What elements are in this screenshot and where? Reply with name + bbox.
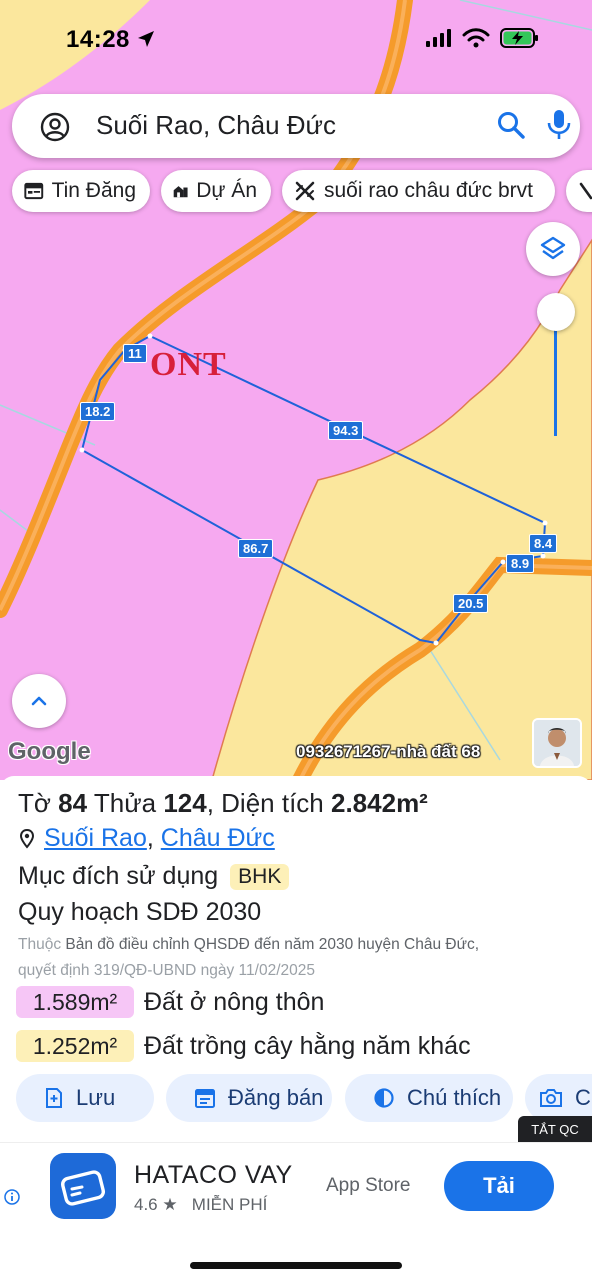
parcel-title: Tờ 84 Thửa 124, Diện tích 2.842m² <box>18 788 428 818</box>
land-row-bhk: 1.252m² Đất trồng cây hằng năm khác <box>16 1030 471 1062</box>
parcel-info-panel: Tờ 84 Thửa 124, Diện tích 2.842m² Suối R… <box>0 776 592 1146</box>
ward-link[interactable]: Suối Rao <box>44 824 147 853</box>
district-link[interactable]: Châu Đức <box>161 824 275 853</box>
chip-du-an[interactable]: Dự Án <box>161 170 271 212</box>
dimension-label: 20.5 <box>453 594 489 613</box>
app-price: MIỄN PHÍ <box>191 1195 268 1214</box>
expand-button[interactable] <box>12 674 66 728</box>
dimension-label: 18.2 <box>80 402 116 421</box>
dimension-label: 8.4 <box>529 534 558 553</box>
location-pin-icon <box>19 828 35 849</box>
sheet-number: 84 <box>58 788 88 818</box>
land-area-swatch: 1.589m² <box>16 986 134 1018</box>
status-bar: 14:28 <box>0 0 592 80</box>
person-photo-icon <box>534 720 580 766</box>
app-meta: 4.6 ★ MIỄN PHÍ <box>134 1195 267 1215</box>
google-logo: Google <box>8 738 91 765</box>
search-input[interactable]: Suối Rao, Châu Đức <box>96 110 336 141</box>
source-decision: quyết định 319/QĐ-UBND ngày 11/02/2025 <box>18 962 315 979</box>
dimension-label: 11 <box>123 344 147 363</box>
area-label: Diện tích <box>221 788 324 818</box>
camera-icon <box>540 1089 562 1107</box>
opacity-slider-handle[interactable] <box>537 293 575 331</box>
building-icon <box>173 186 188 198</box>
zone-label-ont: ONT <box>150 346 227 383</box>
action-buttons: Lưu Đăng bán Chú thích C <box>16 1074 592 1124</box>
filter-chips: Tin Đăng Dự Án suối rao châu đức brvt <box>12 170 592 214</box>
ad-info-icon[interactable] <box>4 1189 20 1205</box>
hatch-icon <box>295 181 315 201</box>
status-time: 14:28 <box>66 26 130 53</box>
source-prefix: Thuộc <box>18 936 62 953</box>
chip-label: Dự Án <box>196 179 257 202</box>
action-label: C <box>575 1085 591 1110</box>
hide-ads-button[interactable]: TẮT QC <box>518 1116 592 1142</box>
save-button[interactable]: Lưu <box>16 1074 154 1122</box>
dimension-label: 86.7 <box>238 539 274 558</box>
app-rating: 4.6 ★ <box>134 1195 178 1214</box>
map-view[interactable]: ONT 11 18.2 94.3 86.7 8.4 8.9 20.5 14:28 <box>0 0 592 780</box>
action-label: Đăng bán <box>228 1085 324 1110</box>
microphone-icon[interactable] <box>546 108 572 142</box>
layers-button[interactable] <box>526 222 580 276</box>
watermark-text: 0932671267-nhà đất 68 <box>296 742 481 761</box>
agent-avatar <box>532 718 582 768</box>
post-for-sale-button[interactable]: Đăng bán <box>166 1074 332 1122</box>
signal-icon <box>426 29 451 47</box>
parcel-location: Suối Rao, Châu Đức <box>18 824 275 853</box>
dimension-label: 94.3 <box>328 421 364 440</box>
action-label: Lưu <box>76 1085 116 1110</box>
land-type-label: Đất ở nông thôn <box>144 987 325 1016</box>
land-area-swatch: 1.252m² <box>16 1030 134 1062</box>
account-icon[interactable] <box>40 112 70 142</box>
screen: ONT 11 18.2 94.3 86.7 8.4 8.9 20.5 14:28 <box>0 0 592 1280</box>
listing-icon <box>24 182 44 200</box>
chip-suoi-rao[interactable]: suối rao châu đức brvt <box>282 170 555 212</box>
wifi-icon <box>462 28 490 48</box>
wallet-icon <box>60 1170 106 1206</box>
search-icon[interactable] <box>496 110 526 140</box>
opacity-slider-track[interactable] <box>554 330 557 436</box>
purpose-badge: BHK <box>230 863 290 890</box>
plan-source: Thuộc Bản đồ điều chỉnh QHSDĐ đến năm 20… <box>18 932 588 984</box>
app-icon[interactable] <box>50 1153 116 1219</box>
plan-title: Quy hoạch SDĐ 2030 <box>18 898 262 926</box>
chip-label: Tin Đăng <box>51 179 136 202</box>
area-value: 2.842m² <box>331 788 428 818</box>
calendar-icon <box>195 1089 215 1108</box>
store-label: App Store <box>326 1175 411 1196</box>
location-arrow-icon <box>138 31 154 47</box>
ad-banner[interactable]: HATACO VAY 4.6 ★ MIỄN PHÍ App Store Tải <box>0 1142 592 1240</box>
chevron-up-icon <box>31 696 47 706</box>
home-indicator[interactable] <box>190 1262 402 1269</box>
dimension-label: 8.9 <box>506 554 535 573</box>
contrast-icon <box>374 1088 394 1108</box>
action-label: Chú thích <box>407 1085 502 1110</box>
plot-number: 124 <box>163 788 207 818</box>
battery-charging-icon <box>500 28 538 48</box>
land-type-label: Đất trồng cây hằng năm khác <box>144 1031 471 1060</box>
plot-label: Thửa <box>93 788 157 818</box>
chip-label: suối rao châu đức brvt <box>324 179 533 202</box>
chip-more[interactable] <box>566 170 592 212</box>
land-row-ont: 1.589m² Đất ở nông thôn <box>16 986 324 1018</box>
land-use-purpose: Mục đích sử dụng BHK <box>18 862 290 891</box>
bookmark-add-icon <box>46 1088 62 1108</box>
legend-button[interactable]: Chú thích <box>345 1074 513 1122</box>
source-map-link[interactable]: Bản đồ điều chỉnh QHSDĐ đến năm 2030 huy… <box>65 936 479 953</box>
layers-icon <box>540 236 566 260</box>
search-bar[interactable]: Suối Rao, Châu Đức <box>12 94 580 158</box>
chip-tin-dang[interactable]: Tin Đăng <box>12 170 150 212</box>
sheet-label: Tờ <box>18 788 51 818</box>
install-button[interactable]: Tải <box>444 1161 554 1211</box>
camera-button[interactable]: C <box>525 1074 592 1122</box>
purpose-label: Mục đích sử dụng <box>18 862 219 890</box>
app-name: HATACO VAY <box>134 1161 293 1189</box>
status-icons <box>426 28 540 48</box>
hatch-icon <box>579 182 592 200</box>
